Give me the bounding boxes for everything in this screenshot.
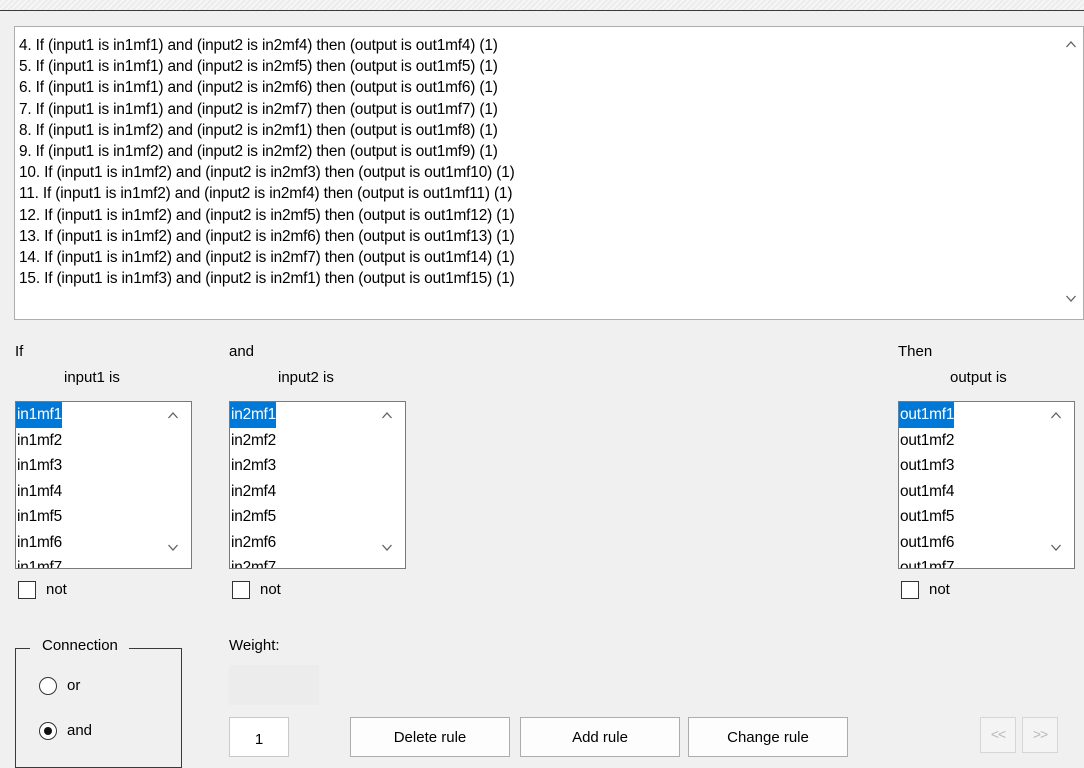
input2-mf-list: in2mf1 in2mf2 in2mf3 in2mf4 in2mf5 in2mf6 in2m… <box>230 402 276 568</box>
list-item[interactable]: in2mf6 <box>230 530 276 556</box>
then-label: Then <box>898 343 933 360</box>
input1-not-checkbox[interactable] <box>18 581 36 599</box>
previous-rule-button[interactable]: << <box>980 717 1016 753</box>
weight-label: Weight: <box>229 637 280 654</box>
if-label: If <box>15 343 24 360</box>
rule-item[interactable]: 12. If (input1 is in1mf2) and (input2 is… <box>19 205 515 226</box>
output-mf-listbox[interactable]: out1mf1 out1mf2 out1mf3 out1mf4 out1mf5 out1m… <box>898 401 1075 569</box>
rules-list: 4. If (input1 is in1mf1) and (input2 is … <box>19 35 515 289</box>
list-item[interactable]: in1mf2 <box>16 428 62 454</box>
list-item[interactable]: in1mf1 <box>16 402 62 428</box>
input2-not-label: not <box>260 581 281 598</box>
chevron-down-icon[interactable] <box>168 544 178 554</box>
list-item[interactable]: in1mf7 <box>16 555 62 568</box>
chevron-down-icon[interactable] <box>382 544 392 554</box>
list-item[interactable]: in2mf7 <box>230 555 276 568</box>
chevron-up-icon[interactable] <box>382 412 392 422</box>
connection-or-radio[interactable] <box>39 677 57 695</box>
input1-mf-listbox[interactable]: in1mf1 in1mf2 in1mf3 in1mf4 in1mf5 in1mf6 in1m… <box>15 401 192 569</box>
list-item[interactable]: out1mf7 <box>899 555 954 568</box>
list-item[interactable]: out1mf4 <box>899 479 954 505</box>
weight-field-background <box>229 665 319 705</box>
rule-item[interactable]: 14. If (input1 is in1mf2) and (input2 is… <box>19 247 515 268</box>
list-item[interactable]: in2mf1 <box>230 402 276 428</box>
next-rule-button[interactable]: >> <box>1022 717 1058 753</box>
chevron-up-icon[interactable] <box>1066 41 1076 51</box>
list-item[interactable]: in1mf5 <box>16 504 62 530</box>
output-not-label: not <box>929 581 950 598</box>
rule-item[interactable]: 11. If (input1 is in1mf2) and (input2 is… <box>19 183 515 204</box>
input1-not-label: not <box>46 581 67 598</box>
rule-item[interactable]: 7. If (input1 is in1mf1) and (input2 is … <box>19 99 515 120</box>
chevron-down-icon[interactable] <box>1066 295 1076 305</box>
list-item[interactable]: out1mf3 <box>899 453 954 479</box>
output-mf-list: out1mf1 out1mf2 out1mf3 out1mf4 out1mf5 out1m… <box>899 402 954 568</box>
weight-input[interactable] <box>229 717 289 757</box>
list-item[interactable]: in1mf3 <box>16 453 62 479</box>
chevron-down-icon[interactable] <box>1051 544 1061 554</box>
and-label: and <box>229 343 255 360</box>
list-item[interactable]: in1mf4 <box>16 479 62 505</box>
delete-rule-button[interactable]: Delete rule <box>350 717 510 757</box>
input2-mf-listbox[interactable]: in2mf1 in2mf2 in2mf3 in2mf4 in2mf5 in2mf6 in2m… <box>229 401 406 569</box>
add-rule-button[interactable]: Add rule <box>520 717 680 757</box>
chevron-up-icon[interactable] <box>1051 412 1061 422</box>
list-item[interactable]: out1mf1 <box>899 402 954 428</box>
output-variable-label: output is <box>950 369 1007 386</box>
rule-item[interactable]: 15. If (input1 is in1mf3) and (input2 is… <box>19 268 515 289</box>
rule-item[interactable]: 6. If (input1 is in1mf1) and (input2 is … <box>19 77 515 98</box>
connection-and-radio[interactable] <box>39 722 57 740</box>
rule-item[interactable]: 8. If (input1 is in1mf2) and (input2 is … <box>19 120 515 141</box>
list-item[interactable]: in2mf5 <box>230 504 276 530</box>
chevron-up-icon[interactable] <box>168 412 178 422</box>
change-rule-button[interactable]: Change rule <box>688 717 848 757</box>
connection-groupbox <box>15 648 182 768</box>
rule-item[interactable]: 10. If (input1 is in1mf2) and (input2 is… <box>19 162 515 183</box>
top-toolbar-band <box>0 0 1084 11</box>
list-item[interactable]: in2mf2 <box>230 428 276 454</box>
list-item[interactable]: in1mf6 <box>16 530 62 556</box>
input2-not-checkbox[interactable] <box>232 581 250 599</box>
connection-or-label: or <box>67 677 81 694</box>
connection-title: Connection <box>30 637 129 654</box>
input1-variable-label: input1 is <box>64 369 120 386</box>
input2-variable-label: input2 is <box>278 369 334 386</box>
list-item[interactable]: out1mf6 <box>899 530 954 556</box>
list-item[interactable]: in2mf4 <box>230 479 276 505</box>
rule-item[interactable]: 9. If (input1 is in1mf2) and (input2 is … <box>19 141 515 162</box>
rules-listbox[interactable]: 4. If (input1 is in1mf1) and (input2 is … <box>14 26 1084 320</box>
list-item[interactable]: out1mf2 <box>899 428 954 454</box>
rule-item[interactable]: 4. If (input1 is in1mf1) and (input2 is … <box>19 35 515 56</box>
rule-item[interactable]: 13. If (input1 is in1mf2) and (input2 is… <box>19 226 515 247</box>
input1-mf-list: in1mf1 in1mf2 in1mf3 in1mf4 in1mf5 in1mf6 in1m… <box>16 402 62 568</box>
connection-and-label: and <box>67 722 93 739</box>
list-item[interactable]: in2mf3 <box>230 453 276 479</box>
output-not-checkbox[interactable] <box>901 581 919 599</box>
rule-item[interactable]: 5. If (input1 is in1mf1) and (input2 is … <box>19 56 515 77</box>
rules-scrollbar[interactable] <box>1055 27 1083 319</box>
list-item[interactable]: out1mf5 <box>899 504 954 530</box>
